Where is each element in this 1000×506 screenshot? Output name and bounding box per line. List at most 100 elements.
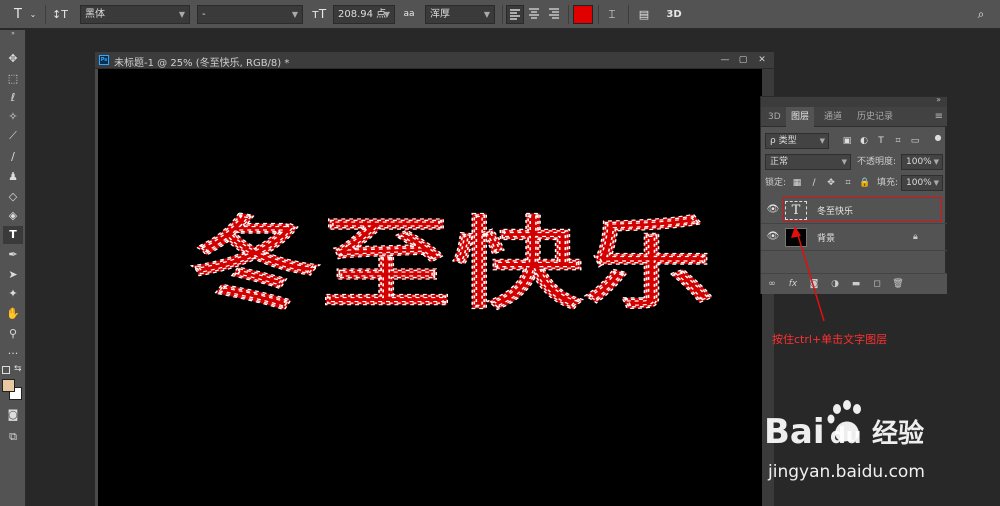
pixel-filter-icon[interactable]: ▣ [841, 134, 853, 148]
fill-label: 填充: [877, 178, 899, 188]
font-style-select[interactable]: - ▼ [197, 5, 303, 24]
lock-transparency-icon[interactable]: ▦ [791, 176, 803, 190]
new-layer-icon[interactable]: ◻ [870, 277, 884, 291]
blend-mode-select[interactable]: 正常 ▼ [765, 154, 851, 170]
tab-3d[interactable]: 3D [763, 107, 786, 127]
tab-layers[interactable]: 图层 [786, 107, 815, 127]
antialias-select[interactable]: 浑厚 ▼ [425, 5, 495, 24]
link-icon[interactable]: ∞ [765, 277, 779, 291]
maximize-icon[interactable]: ▢ [736, 54, 750, 66]
screen-mode-icon[interactable]: ⧉ [3, 428, 23, 446]
minimize-icon[interactable]: — [718, 54, 732, 66]
fill-input[interactable]: 100% ▼ [901, 175, 943, 191]
options-bar: T ⌄ ↕T 黑体 ▼ - ▼ ᴛT 208.94 点 ▼ aa 浑厚 ▼ ⌶ … [0, 0, 1000, 29]
magic-wand-tool-icon[interactable]: ✧ [3, 108, 23, 126]
quick-mask-icon[interactable]: ◙ [3, 406, 23, 424]
paint-bucket-tool-icon[interactable]: ◈ [3, 207, 23, 225]
path-selection-tool-icon[interactable]: ➤ [3, 266, 23, 284]
eyedropper-tool-icon[interactable]: ⟋ [3, 127, 23, 145]
stamp-tool-icon[interactable]: ♟ [3, 168, 23, 186]
text-color-swatch[interactable] [573, 5, 593, 24]
collapse-icon[interactable]: » [936, 95, 941, 104]
align-right-icon [549, 8, 559, 19]
align-left-button[interactable] [506, 5, 524, 24]
canvas[interactable]: 冬至快乐 [98, 69, 762, 506]
align-center-button[interactable] [526, 5, 544, 24]
panel-header[interactable]: » [761, 95, 947, 107]
hand-tool-icon[interactable]: ✋ [3, 305, 23, 323]
document-window: Ps 未标题-1 @ 25% (冬至快乐, RGB/8) * — ▢ ✕ 冬至快… [95, 52, 774, 506]
layer-highlight-box [783, 197, 942, 222]
lock-label: 锁定: [765, 178, 787, 188]
font-size-input[interactable]: 208.94 点 ▼ [333, 5, 395, 24]
watermark-url: jingyan.baidu.com [768, 462, 925, 482]
filter-toggle-icon[interactable]: ● [932, 131, 944, 145]
lock-artboard-icon[interactable]: ⌗ [842, 176, 854, 190]
shape-tool-icon[interactable]: ✦ [3, 285, 23, 303]
lasso-tool-icon[interactable]: ℓ [3, 89, 23, 107]
warp-text-icon[interactable]: ⌶ [603, 5, 621, 24]
chevron-down-icon: ▼ [483, 10, 490, 19]
lock-position-icon[interactable]: ✥ [825, 176, 837, 190]
brush-tool-icon[interactable]: ∕ [3, 148, 23, 166]
mask-icon[interactable]: ◙ [807, 277, 821, 291]
layer-name: 背景 [817, 234, 836, 244]
chevron-down-icon[interactable]: ⌄ [28, 5, 38, 24]
font-size-value: 208.94 点 [338, 9, 387, 20]
type-tool-preset-icon[interactable]: T [8, 5, 28, 24]
font-size-icon: ᴛT [311, 7, 327, 21]
font-family-select[interactable]: 黑体 ▼ [80, 5, 190, 24]
filter-kind-value: ρ 类型 [770, 136, 797, 146]
opacity-value: 100% [906, 157, 932, 167]
panel-menu-icon[interactable]: ≡ [935, 107, 943, 127]
chevron-down-icon: ▼ [383, 10, 390, 19]
tab-channels[interactable]: 通道 [819, 107, 847, 127]
swap-colors-icon[interactable]: ⇆ [14, 364, 22, 374]
adjustment-filter-icon[interactable]: ◐ [858, 134, 870, 148]
lock-icon: 🔒︎ [913, 232, 918, 242]
collapse-icon[interactable]: » [3, 31, 23, 37]
fx-icon[interactable]: fx [786, 277, 800, 291]
trash-icon[interactable]: 🗑︎ [891, 277, 905, 291]
filter-kind-select[interactable]: ρ 类型 ▼ [765, 133, 829, 149]
eye-icon[interactable]: 👁 [766, 230, 780, 244]
more-tools-icon[interactable]: ··· [3, 345, 23, 363]
smart-object-filter-icon[interactable]: ▭ [909, 134, 921, 148]
baidu-logo-du: du [830, 424, 861, 449]
3d-button[interactable]: 3D [663, 5, 685, 24]
search-icon[interactable]: ⌕ [972, 5, 990, 24]
opacity-input[interactable]: 100% ▼ [901, 154, 943, 170]
move-tool-icon[interactable]: ✥ [3, 50, 23, 68]
type-filter-icon[interactable]: T [875, 134, 887, 148]
chevron-down-icon: ▼ [933, 179, 939, 187]
chevron-down-icon: ▼ [933, 158, 939, 166]
antialias-icon: aa [403, 9, 415, 19]
align-left-icon [510, 9, 520, 20]
align-right-button[interactable] [546, 5, 564, 24]
lock-all-icon[interactable]: 🔒 [859, 176, 871, 190]
filter-row: ρ 类型 ▼ ▣ ◐ T ⌗ ▭ ● [761, 133, 947, 153]
group-icon[interactable]: ▬ [849, 277, 863, 291]
zoom-tool-icon[interactable]: ⚲ [3, 325, 23, 343]
text-orientation-icon[interactable]: ↕T [50, 5, 70, 24]
layer-row-background[interactable]: 👁 背景 🔒︎ [761, 225, 947, 251]
character-panel-icon[interactable]: ▤ [635, 5, 653, 24]
photoshop-icon: Ps [99, 55, 109, 65]
default-colors-icon[interactable] [2, 366, 10, 374]
tab-history[interactable]: 历史记录 [852, 107, 898, 127]
type-tool-icon[interactable]: T [3, 226, 23, 244]
fill-value: 100% [906, 178, 932, 188]
eye-icon[interactable]: 👁 [766, 203, 780, 217]
close-icon[interactable]: ✕ [755, 54, 769, 66]
adjustment-icon[interactable]: ◑ [828, 277, 842, 291]
canvas-text-layer[interactable]: 冬至快乐 [182, 205, 722, 323]
marquee-tool-icon[interactable]: ⬚ [3, 70, 23, 88]
foreground-color-swatch[interactable] [2, 379, 15, 392]
lock-pixels-icon[interactable]: ∕ [808, 176, 820, 190]
font-style-value: - [202, 9, 206, 20]
eraser-tool-icon[interactable]: ◇ [3, 188, 23, 206]
document-tab[interactable]: Ps 未标题-1 @ 25% (冬至快乐, RGB/8) * — ▢ ✕ [95, 52, 774, 69]
pen-tool-icon[interactable]: ✒ [3, 246, 23, 264]
shape-filter-icon[interactable]: ⌗ [892, 134, 904, 148]
baidu-logo-jingyan: 经验 [872, 418, 924, 449]
